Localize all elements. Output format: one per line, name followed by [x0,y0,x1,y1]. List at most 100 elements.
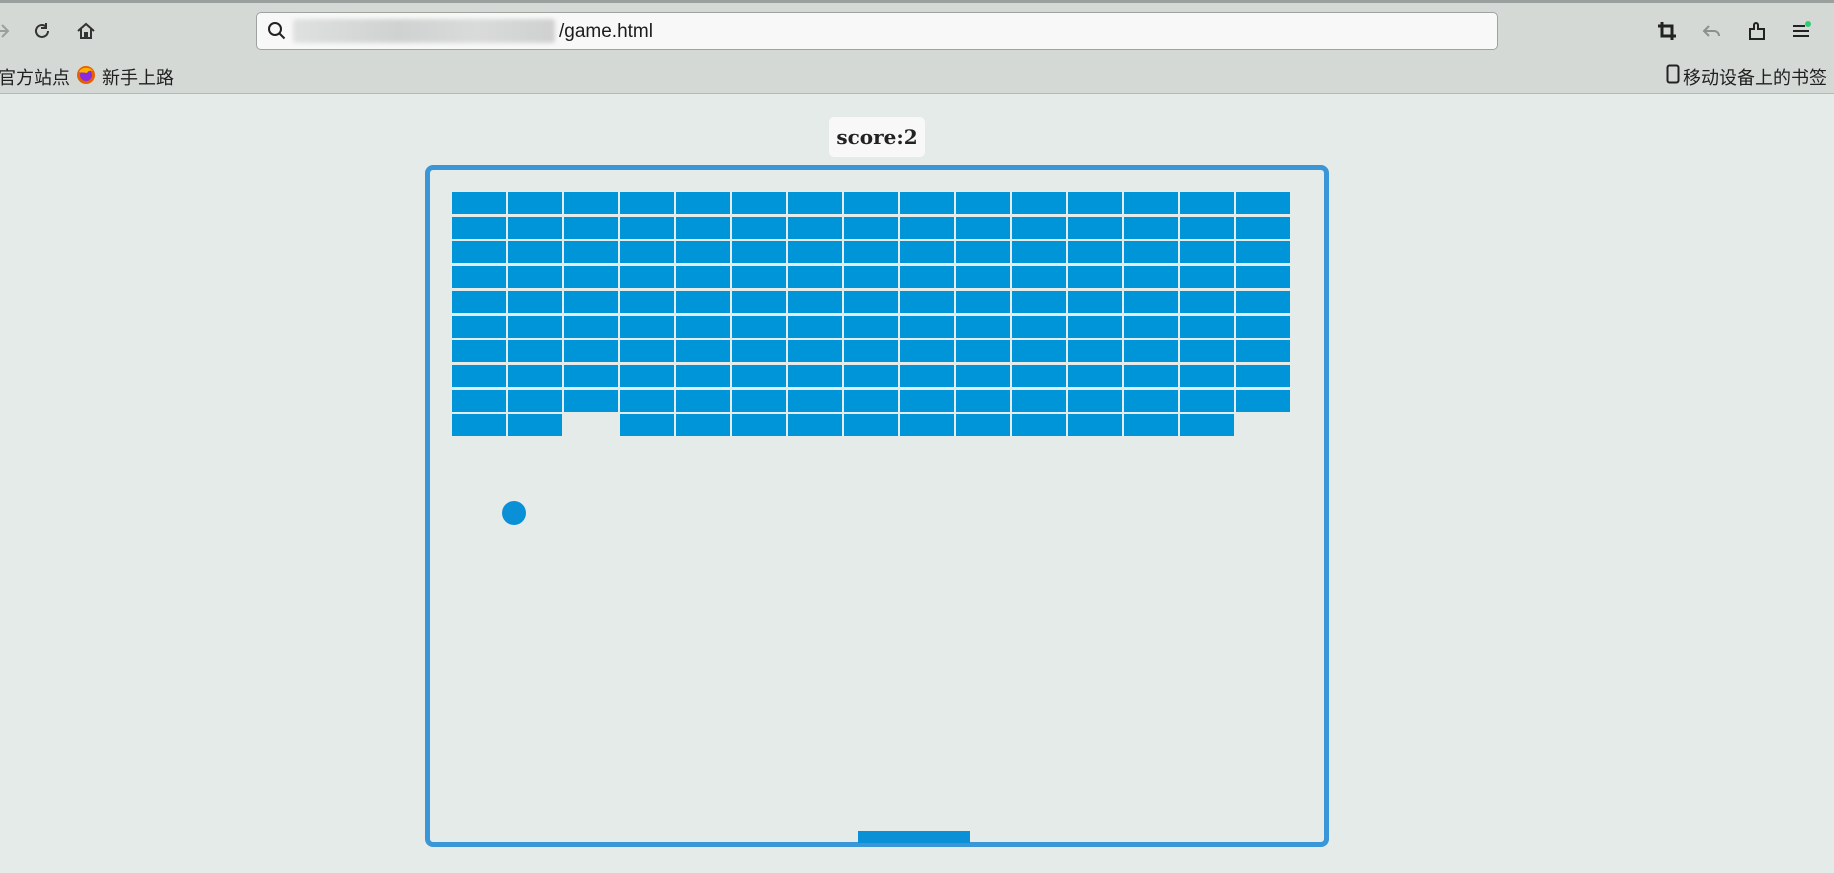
mobile-device-icon [1666,64,1680,84]
brick [1124,291,1178,313]
brick [1124,266,1178,288]
brick [452,266,506,288]
brick [1124,192,1178,214]
brick [508,291,562,313]
mobile-bookmarks[interactable]: 移动设备上的书签 [1683,64,1827,90]
brick [620,365,674,387]
brick [676,291,730,313]
brick [1068,241,1122,263]
brick [452,217,506,239]
reload-icon[interactable] [28,17,56,45]
brick [620,217,674,239]
brick [676,316,730,338]
bookmark-getting-started[interactable]: 新手上路 [102,64,174,90]
brick [732,365,786,387]
brick [844,192,898,214]
brick [508,340,562,362]
brick [1012,241,1066,263]
brick [452,390,506,412]
brick [900,365,954,387]
brick [1180,192,1234,214]
brick [676,365,730,387]
brick [1236,316,1290,338]
brick [676,192,730,214]
brick [732,217,786,239]
brick [452,365,506,387]
brick [844,365,898,387]
brick [1124,414,1178,436]
brick [564,390,618,412]
brick [844,217,898,239]
brick [732,414,786,436]
blurred-url-host [293,19,555,43]
brick [1012,217,1066,239]
menu-icon[interactable] [1787,17,1815,45]
browser-toolbar: /game.html [0,0,1834,57]
url-bar[interactable]: /game.html [256,12,1498,50]
brick [900,192,954,214]
brick [788,365,842,387]
brick [1068,316,1122,338]
brick [788,192,842,214]
brick [1124,241,1178,263]
brick [788,390,842,412]
brick [732,340,786,362]
bookmarks-bar [0,57,1834,94]
forward-icon[interactable] [0,17,16,45]
brick [1180,340,1234,362]
undo-icon[interactable] [1698,17,1726,45]
brick [676,340,730,362]
brick [900,316,954,338]
brick [844,241,898,263]
brick [732,192,786,214]
brick [676,414,730,436]
brick [1180,217,1234,239]
brick [956,340,1010,362]
brick [788,241,842,263]
brick [844,390,898,412]
extensions-icon[interactable] [1743,17,1771,45]
brick [1012,316,1066,338]
brick [956,291,1010,313]
brick [452,414,506,436]
brick [900,340,954,362]
crop-icon[interactable] [1653,17,1681,45]
brick [900,217,954,239]
brick [620,390,674,412]
brick [1236,217,1290,239]
brick [788,316,842,338]
brick [1124,390,1178,412]
bookmark-official-site[interactable]: 官方站点 [0,64,70,90]
brick [620,291,674,313]
firefox-logo-icon [77,66,95,84]
brick [564,217,618,239]
brick [844,414,898,436]
brick [1068,365,1122,387]
paddle[interactable] [858,831,970,843]
brick [956,241,1010,263]
brick [788,217,842,239]
brick [732,291,786,313]
brick [620,241,674,263]
brick [1068,192,1122,214]
brick [788,291,842,313]
search-icon [268,22,286,40]
brick [620,266,674,288]
brick [452,192,506,214]
brick [1236,291,1290,313]
brick [1068,390,1122,412]
brick [732,316,786,338]
brick [1068,291,1122,313]
home-icon[interactable] [72,17,100,45]
brick [1236,365,1290,387]
brick [1124,217,1178,239]
brick [1068,266,1122,288]
brick [732,241,786,263]
brick [956,316,1010,338]
brick [676,217,730,239]
brick [1180,365,1234,387]
brick [1180,316,1234,338]
brick [564,316,618,338]
brick [1180,266,1234,288]
brick [956,365,1010,387]
